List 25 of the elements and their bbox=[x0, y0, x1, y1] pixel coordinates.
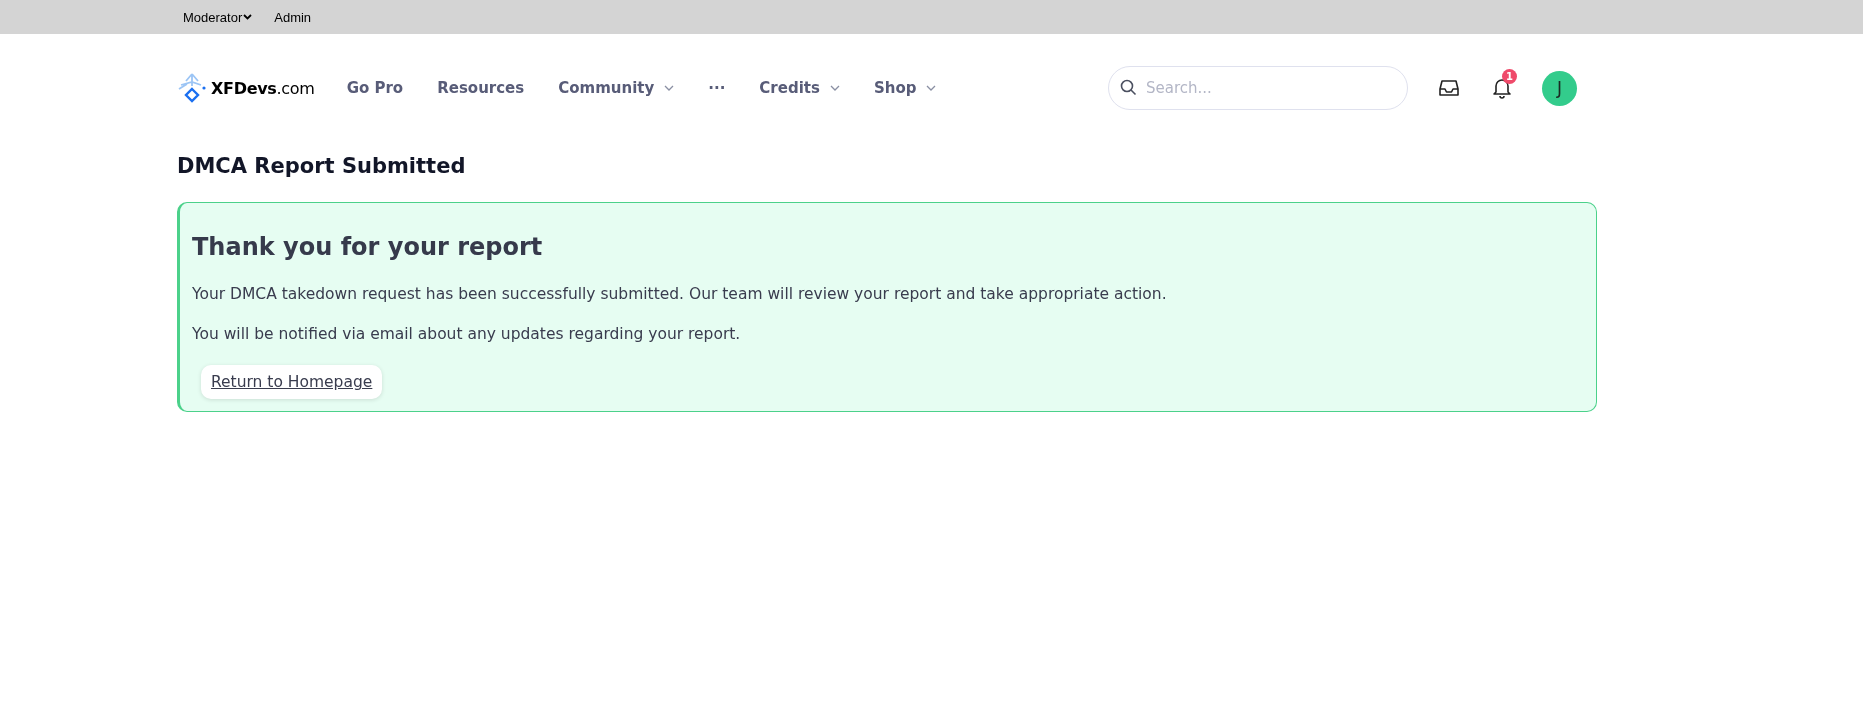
nav-link[interactable]: Resources bbox=[437, 79, 525, 97]
inbox-icon[interactable] bbox=[1439, 79, 1459, 97]
nav-link[interactable]: Shop bbox=[873, 79, 937, 97]
logo-text: XFDevs.com bbox=[211, 78, 315, 98]
search-field[interactable]: Search... bbox=[1108, 66, 1408, 110]
notice-text: You will be notified via email about any updates regarding your report. bbox=[192, 325, 742, 343]
page-title: DMCA Report Submitted bbox=[177, 154, 467, 178]
chevron-icon bbox=[664, 85, 675, 91]
notice-heading: Thank you for your report bbox=[192, 233, 544, 261]
chevron-icon bbox=[926, 85, 937, 91]
site-logo[interactable]: XFDevs.com bbox=[177, 72, 315, 104]
more-menu[interactable]: ··· bbox=[708, 79, 726, 97]
user-avatar[interactable]: J bbox=[1542, 70, 1577, 106]
return-home-button[interactable]: Return to Homepage bbox=[201, 365, 383, 399]
search-icon bbox=[1120, 79, 1137, 96]
top-bar-link[interactable]: Moderator bbox=[183, 9, 253, 25]
nav-link[interactable]: Community bbox=[558, 79, 675, 97]
nav-link[interactable]: Credits bbox=[759, 79, 840, 97]
notice-text: Your DMCA takedown request has been successfully submitted. Our team will review your report and take appropriate action. bbox=[192, 285, 1168, 303]
nav-link[interactable]: Go Pro bbox=[346, 79, 404, 97]
caret-icon bbox=[243, 14, 253, 20]
chevron-icon bbox=[829, 85, 840, 91]
logo-icon bbox=[177, 72, 207, 104]
top-bar-link[interactable]: Admin bbox=[274, 9, 312, 25]
notification-badge: 1 bbox=[1502, 69, 1517, 84]
